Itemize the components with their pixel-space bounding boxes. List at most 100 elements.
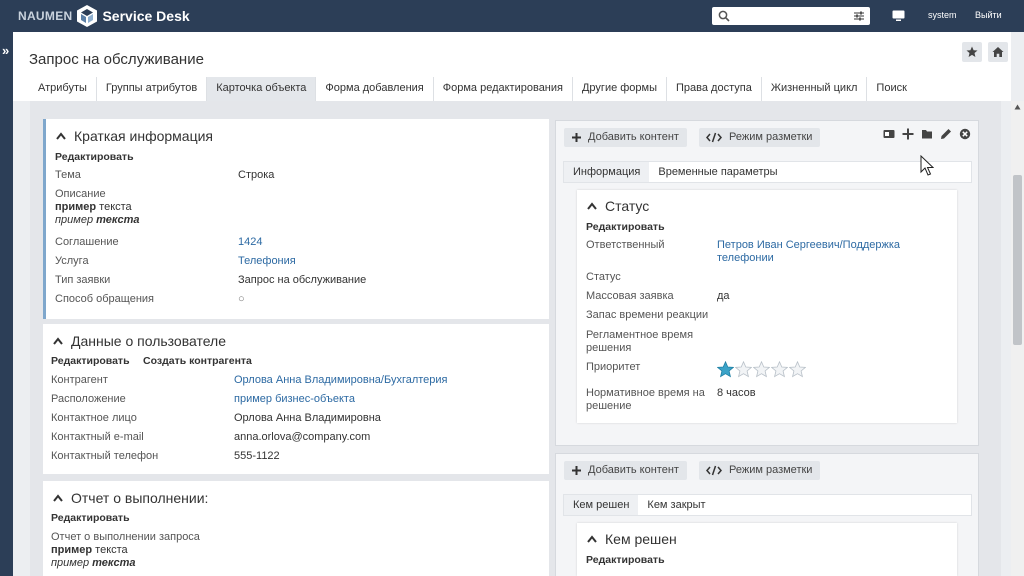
tab-search[interactable]: Поиск xyxy=(867,77,915,101)
report-italic: пример xyxy=(51,557,93,569)
norm-time-label-2: решение xyxy=(586,400,632,412)
add-icon[interactable] xyxy=(902,128,914,140)
contact-phone-value: 555-1122 xyxy=(234,450,280,462)
tab-other-forms[interactable]: Другие формы xyxy=(573,77,668,101)
tab-closed-by[interactable]: Кем закрыт xyxy=(638,495,714,515)
top-bar: NAUMEN Service Desk system Выйти xyxy=(0,0,1024,32)
tab-attributes[interactable]: Атрибуты xyxy=(29,77,97,101)
user-data-edit-link[interactable]: Редактировать xyxy=(51,355,130,367)
user-data-title: Данные о пользователе xyxy=(71,333,227,349)
add-content-label: Добавить контент xyxy=(588,464,679,476)
logo-cube-icon xyxy=(77,5,98,27)
filter-settings-icon[interactable] xyxy=(853,10,865,22)
contact-email-label: Контактный e-mail xyxy=(51,431,144,443)
service-label: Услуга xyxy=(55,255,89,267)
favorite-button[interactable] xyxy=(962,42,982,62)
folder-icon[interactable] xyxy=(921,128,933,140)
markup-mode-label: Режим разметки xyxy=(729,464,813,476)
report-text: текста xyxy=(92,544,128,556)
resolved-by-edit-link[interactable]: Редактировать xyxy=(586,554,665,566)
tab-access-rights[interactable]: Права доступа xyxy=(667,77,762,101)
resolved-by-header[interactable]: Кем решен xyxy=(587,531,677,547)
tab-lifecycle[interactable]: Жизненный цикл xyxy=(762,77,868,101)
report-edit-link[interactable]: Редактировать xyxy=(51,512,130,524)
report-panel: Отчет о выполнении: Редактировать Отчет … xyxy=(43,481,549,576)
contact-phone-label: Контактный телефон xyxy=(51,450,159,462)
responsible-link-line-2[interactable]: телефонии xyxy=(717,252,774,264)
tab-resolved-by[interactable]: Кем решен xyxy=(564,495,639,515)
home-button[interactable] xyxy=(988,42,1008,62)
markup-mode-button[interactable]: Режим разметки xyxy=(699,128,821,147)
star-empty-icon[interactable] xyxy=(753,361,770,378)
plus-icon xyxy=(572,133,581,142)
agreement-link[interactable]: 1424 xyxy=(238,236,262,248)
star-empty-icon[interactable] xyxy=(735,361,752,378)
collapse-chevron-icon xyxy=(56,132,66,140)
contractor-link[interactable]: Орлова Анна Владимировна/Бухгалтерия xyxy=(234,374,448,386)
expand-sidebar-icon[interactable]: » xyxy=(2,44,9,57)
plus-icon xyxy=(572,466,581,475)
status-header[interactable]: Статус xyxy=(587,198,649,214)
description-line-1: пример текста xyxy=(55,201,132,213)
report-line-1: пример текста xyxy=(51,544,128,556)
description-italic: пример xyxy=(55,214,97,226)
product-name: Service Desk xyxy=(102,8,190,24)
contact-person-label: Контактное лицо xyxy=(51,412,137,424)
description-label: Описание xyxy=(55,188,106,200)
contact-email-value: anna.orlova@company.com xyxy=(234,431,371,443)
scroll-up-icon[interactable] xyxy=(1014,104,1021,110)
brand-name: NAUMEN xyxy=(18,9,73,23)
report-title: Отчет о выполнении: xyxy=(71,490,209,506)
user-data-header[interactable]: Данные о пользователе xyxy=(53,333,226,349)
tab-add-form[interactable]: Форма добавления xyxy=(316,77,434,101)
priority-label: Приоритет xyxy=(586,361,641,373)
search-box[interactable] xyxy=(712,7,870,25)
responsible-link-line-1[interactable]: Петров Иван Сергеевич/Поддержка xyxy=(717,239,900,251)
create-contractor-link[interactable]: Создать контрагента xyxy=(143,355,252,367)
code-icon xyxy=(706,132,722,143)
resolved-by-title: Кем решен xyxy=(605,531,677,547)
description-text: текста xyxy=(96,201,132,213)
logout-link[interactable]: Выйти xyxy=(975,10,1002,20)
right-top-tabs: Информация Временные параметры xyxy=(563,161,972,183)
brief-edit-link[interactable]: Редактировать xyxy=(55,151,134,163)
star-filled-icon[interactable] xyxy=(717,361,734,378)
vertical-scrollbar[interactable] xyxy=(1011,101,1024,576)
tab-object-card[interactable]: Карточка объекта xyxy=(207,77,317,101)
user-name[interactable]: system xyxy=(928,10,957,20)
tab-attribute-groups[interactable]: Группы атрибутов xyxy=(97,77,208,101)
report-header[interactable]: Отчет о выполнении: xyxy=(53,490,208,506)
status-edit-link[interactable]: Редактировать xyxy=(586,221,665,233)
close-icon[interactable] xyxy=(959,128,971,140)
add-content-button[interactable]: Добавить контент xyxy=(564,128,687,147)
add-content-button-2[interactable]: Добавить контент xyxy=(564,461,687,480)
move-content-icon[interactable] xyxy=(883,128,895,140)
norm-time-value: 8 часов xyxy=(717,387,756,399)
collapse-chevron-icon xyxy=(587,535,597,543)
scrollbar-thumb[interactable] xyxy=(1013,175,1022,345)
user-data-panel: Данные о пользователе Редактировать Созд… xyxy=(43,324,549,474)
norm-time-label-1: Нормативное время на xyxy=(586,387,705,399)
brief-info-header[interactable]: Краткая информация xyxy=(56,128,213,144)
markup-mode-button-2[interactable]: Режим разметки xyxy=(699,461,821,480)
pencil-icon[interactable] xyxy=(940,128,952,140)
monitor-icon[interactable] xyxy=(892,10,905,22)
service-link[interactable]: Телефония xyxy=(238,255,296,267)
tab-edit-form[interactable]: Форма редактирования xyxy=(434,77,573,101)
theme-value: Строка xyxy=(238,169,275,181)
star-empty-icon[interactable] xyxy=(771,361,788,378)
priority-rating[interactable] xyxy=(717,361,806,378)
theme-label: Тема xyxy=(55,169,81,181)
right-bottom-tabs: Кем решен Кем закрыт xyxy=(563,494,972,516)
markup-mode-label: Режим разметки xyxy=(729,131,813,143)
channel-value: ○ xyxy=(238,293,245,305)
search-input[interactable] xyxy=(734,8,844,24)
location-link[interactable]: пример бизнес-объекта xyxy=(234,393,355,405)
tab-time-parameters[interactable]: Временные параметры xyxy=(649,162,786,182)
tab-information[interactable]: Информация xyxy=(564,162,650,182)
star-empty-icon[interactable] xyxy=(789,361,806,378)
collapse-chevron-icon xyxy=(53,337,63,345)
resolved-by-panel: Кем решен Редактировать xyxy=(577,523,957,576)
logo[interactable]: NAUMEN Service Desk xyxy=(18,3,190,29)
settings-tabs: Атрибуты Группы атрибутов Карточка объек… xyxy=(29,77,916,101)
